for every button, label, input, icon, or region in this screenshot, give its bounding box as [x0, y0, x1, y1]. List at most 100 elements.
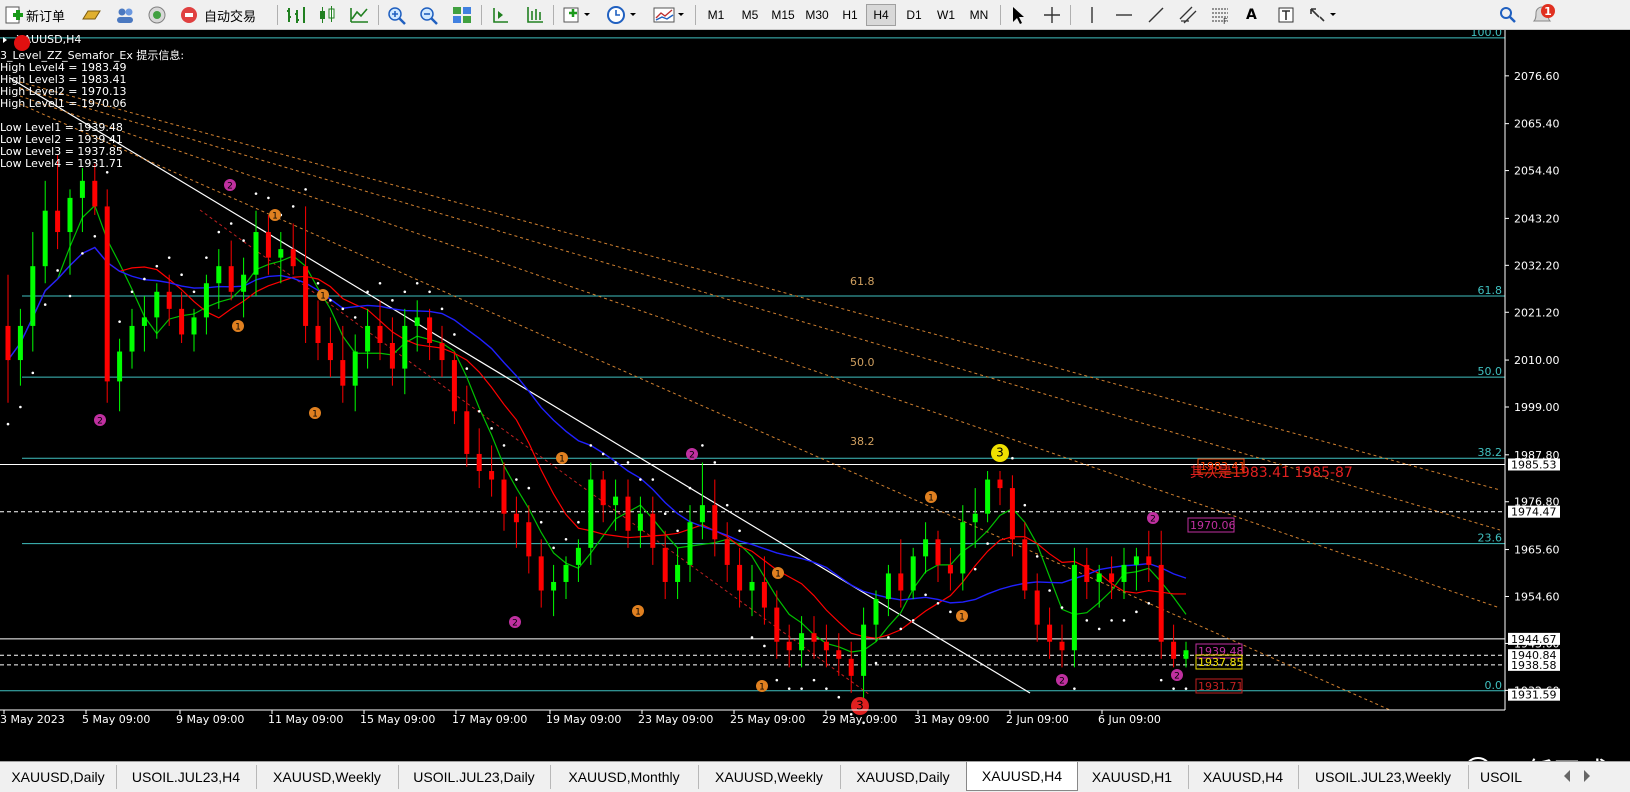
timeframe-m5[interactable]: M5	[734, 4, 766, 26]
bar-chart-button[interactable]	[284, 3, 306, 27]
text-label-tool[interactable]	[1276, 3, 1296, 27]
sar-dot	[1184, 687, 1188, 690]
fibonacci-tool[interactable]: F	[1210, 3, 1232, 27]
semafor-signal-label: 1	[272, 212, 278, 222]
candle-body	[712, 505, 718, 540]
candlestick-button[interactable]	[316, 3, 338, 27]
timeframe-m15[interactable]: M15	[766, 4, 800, 26]
semafor-signal-label: 1	[759, 683, 765, 693]
indicators-button[interactable]	[562, 3, 592, 27]
candle-body	[117, 351, 123, 382]
channel-tool[interactable]	[1178, 3, 1200, 27]
tab-scroll-left-icon[interactable]	[1560, 766, 1574, 786]
time-axis-label: 19 May 09:00	[546, 713, 621, 726]
tab-xauusd-weekly-1[interactable]: XAUUSD,Weekly	[256, 765, 399, 789]
timeframe-h4[interactable]: H4	[866, 4, 896, 26]
timeframe-w1[interactable]: W1	[930, 4, 962, 26]
cursor-tool-button[interactable]	[1008, 3, 1028, 27]
arrows-tool[interactable]	[1308, 3, 1338, 27]
vertical-line-tool[interactable]	[1082, 3, 1102, 27]
tab-xauusd-h4-2[interactable]: XAUUSD,H4	[1188, 765, 1299, 789]
tab-usoil-h4[interactable]: USOIL.JUL23,H4	[116, 765, 257, 789]
sar-dot	[353, 316, 357, 319]
candle-body	[1109, 573, 1115, 582]
bar-chart-icon	[287, 7, 305, 23]
time-axis-label: 3 May 2023	[0, 713, 65, 726]
sar-dot	[329, 299, 332, 302]
zoom-in-button[interactable]	[386, 3, 408, 27]
auto-trade-button[interactable]: 自动交易	[178, 3, 256, 27]
templates-button[interactable]	[652, 3, 686, 27]
fib-level-label: 23.6	[1478, 532, 1503, 545]
tab-usoil-truncated[interactable]: USOIL	[1468, 765, 1534, 789]
candle-body	[774, 607, 780, 642]
data-window-button[interactable]	[114, 3, 136, 27]
candle-body	[377, 325, 383, 343]
tab-xauusd-h1[interactable]: XAUUSD,H1	[1076, 765, 1189, 789]
sar-dot	[490, 427, 493, 430]
line-chart-button[interactable]	[348, 3, 370, 27]
tab-scroll-right-icon[interactable]	[1580, 766, 1594, 786]
new-order-button[interactable]: 新订单	[4, 3, 65, 27]
tab-usoil-daily[interactable]: USOIL.JUL23,Daily	[398, 765, 551, 789]
price-chart[interactable]: 211121211 2113113222 100.061.850.038.223.…	[0, 26, 1630, 761]
candle-body	[972, 513, 978, 523]
notifications-button[interactable]: 1	[1530, 3, 1558, 27]
sar-dot	[19, 405, 22, 409]
timeframe-d1[interactable]: D1	[898, 4, 930, 26]
sar-dot	[105, 170, 109, 174]
semafor-signal-label: 1	[559, 455, 565, 465]
sar-dot	[465, 367, 469, 370]
candle-body	[1183, 650, 1189, 659]
price-axis-label: 2032.20	[1514, 259, 1560, 272]
text-tool[interactable]: A	[1246, 3, 1257, 27]
tab-usoil-weekly[interactable]: USOIL.JUL23,Weekly	[1298, 765, 1469, 789]
candle-body	[898, 573, 904, 591]
zoom-out-button[interactable]	[418, 3, 440, 27]
navigator-button[interactable]	[146, 3, 168, 27]
fib-level-label: 38.2	[1478, 446, 1503, 459]
fib-fan-line	[19, 103, 1391, 711]
level-box-label: 1937.85	[1198, 656, 1244, 669]
candle-body	[67, 197, 73, 233]
auto-trade-icon	[181, 7, 197, 23]
market-watch-button[interactable]	[80, 3, 102, 27]
sar-dot	[180, 273, 183, 277]
tab-xauusd-daily-2[interactable]: XAUUSD,Daily	[840, 765, 967, 789]
candle-body	[1022, 539, 1028, 591]
time-axis-label: 17 May 09:00	[452, 713, 527, 726]
tab-xauusd-weekly-2[interactable]: XAUUSD,Weekly	[698, 765, 841, 789]
timeframe-m30[interactable]: M30	[800, 4, 834, 26]
trendline-tool[interactable]	[1146, 3, 1166, 27]
sar-dot	[453, 333, 456, 336]
chart-shift-button[interactable]	[490, 3, 512, 27]
sar-dot	[502, 444, 506, 447]
tile-windows-icon	[453, 7, 471, 23]
candle-body	[799, 633, 805, 651]
tile-windows-button[interactable]	[451, 3, 473, 27]
vertical-line-icon	[1091, 7, 1093, 23]
horizontal-line-tool[interactable]	[1114, 3, 1134, 27]
search-button[interactable]	[1498, 3, 1518, 27]
tab-xauusd-monthly[interactable]: XAUUSD,Monthly	[550, 765, 699, 789]
sar-dot	[143, 277, 146, 281]
periods-button[interactable]	[606, 3, 638, 27]
chart-window[interactable]: 2111212112113113222 100.0 61.8 50.0 38.2 23.…	[0, 26, 1630, 789]
candle-body	[1034, 590, 1040, 625]
sar-dot	[130, 290, 134, 294]
horizontal-line-icon	[1116, 14, 1132, 16]
candle-body	[17, 325, 23, 361]
tab-xauusd-h4-active[interactable]: XAUUSD,H4	[966, 762, 1078, 791]
candle-body	[749, 581, 755, 591]
autoscroll-button[interactable]	[524, 3, 546, 27]
timeframe-mn[interactable]: MN	[962, 4, 996, 26]
timeframe-m1[interactable]: M1	[700, 4, 732, 26]
price-axis-label: 1999.00	[1514, 401, 1560, 414]
sar-dot	[291, 205, 295, 208]
tab-xauusd-daily-1[interactable]: XAUUSD,Daily	[0, 765, 117, 789]
timeframe-h1[interactable]: H1	[834, 4, 866, 26]
notification-count: 1	[1544, 5, 1552, 18]
sar-dot	[614, 461, 617, 464]
crosshair-tool-button[interactable]	[1042, 3, 1062, 27]
sar-dot	[118, 320, 121, 323]
